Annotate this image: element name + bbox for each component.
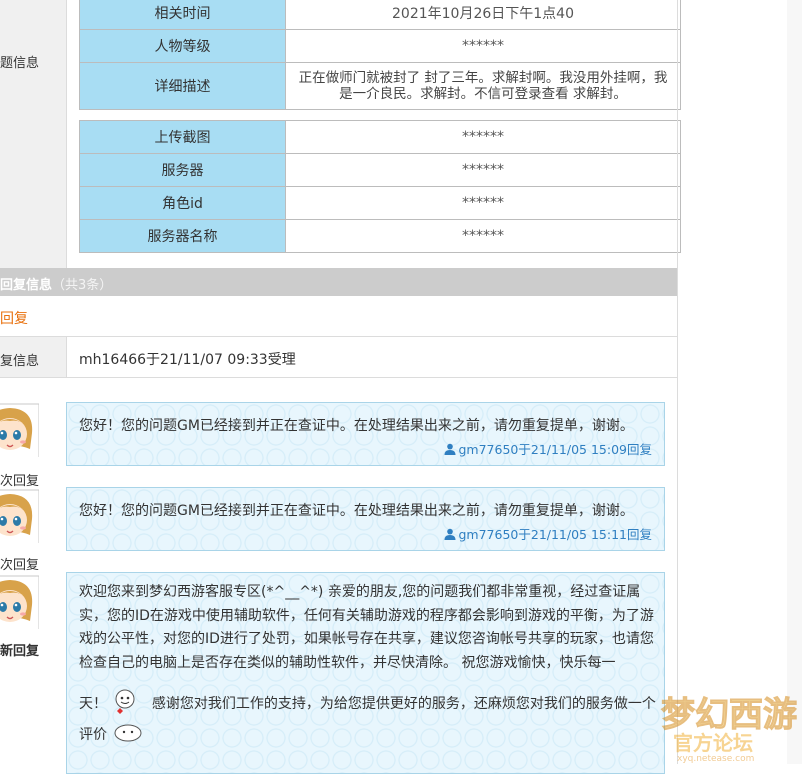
- problem-info-table: 相关时间 2021年10月26日下午1点40 人物等级 ****** 详细描述 …: [79, 0, 681, 253]
- table-row: 角色id ******: [79, 186, 681, 220]
- reply-text-line3: 评价: [79, 727, 107, 743]
- reply-order-label: 次回复: [0, 474, 40, 489]
- reply-order-label: 新回复: [0, 644, 40, 659]
- user-icon: [444, 528, 456, 540]
- reply-order-label: 次回复: [0, 558, 40, 573]
- svg-text:xyq.netease.com: xyq.netease.com: [677, 754, 754, 764]
- reply-section-header: 回复信息（共3条）: [0, 268, 677, 296]
- table-row: 详细描述 正在做师门就被封了 封了三年。求解封啊。我没用外挂啊，我是一介良民。求…: [79, 62, 681, 110]
- reply-meta[interactable]: gm77650于21/11/05 15:11回复: [444, 524, 652, 543]
- table-row: 服务器名称 ******: [79, 219, 681, 253]
- svg-text:梦幻西游: 梦幻西游: [661, 695, 797, 735]
- field-label: 服务器: [79, 153, 286, 187]
- svg-text:官方论坛: 官方论坛: [673, 731, 753, 755]
- field-label: 服务器名称: [79, 219, 286, 253]
- field-label: 上传截图: [79, 120, 286, 154]
- reply-text-line2-end: 感谢您对我们工作的支持，为给您提供更好的服务，还麻烦您对我们的服务做一个: [151, 696, 656, 712]
- left-label-column: 题信息: [0, 0, 67, 268]
- description-value: 正在做师门就被封了 封了三年。求解封啊。我没用外挂啊，我是一介良民。求解封。不信…: [285, 62, 681, 110]
- table-row: 服务器 ******: [79, 153, 681, 187]
- field-value: ******: [285, 219, 681, 253]
- field-value: ******: [285, 153, 681, 187]
- table-spacer: [79, 109, 681, 121]
- field-value: 2021年10月26日下午1点40: [285, 0, 681, 30]
- avatar: [0, 489, 39, 543]
- reply-section-title: 回复信息: [0, 278, 53, 293]
- reply-text: 欢迎您来到梦幻西游客服专区(*^__^*) 亲爱的朋友,您的问题我们都非常重视，…: [79, 584, 654, 671]
- reply-message: 您好！您的问题GM已经接到并正在查证中。在处理结果出来之前，请勿重复提单，谢谢。…: [66, 487, 665, 551]
- problem-info-label: 题信息: [0, 56, 40, 71]
- field-label: 详细描述: [79, 62, 286, 110]
- accept-info-row: 复信息 mh16466于21/11/07 09:33受理: [0, 337, 677, 377]
- user-icon: [444, 443, 456, 455]
- field-value: ******: [285, 186, 681, 220]
- reply-text-line2-start: 天！: [79, 696, 107, 712]
- field-label: 人物等级: [79, 29, 286, 63]
- smiley-emoticon-icon: [111, 689, 147, 719]
- reply-message: 您好！您的问题GM已经接到并正在查证中。在处理结果出来之前，请勿重复提单，谢谢。…: [66, 402, 665, 466]
- rating-emoticon-icon: [111, 723, 145, 747]
- accept-info-value: mh16466于21/11/07 09:33受理: [79, 352, 296, 368]
- reply-meta[interactable]: gm77650于21/11/05 15:09回复: [444, 439, 652, 458]
- reply-text: 您好！您的问题GM已经接到并正在查证中。在处理结果出来之前，请勿重复提单，谢谢。: [79, 503, 634, 519]
- avatar: [0, 575, 39, 629]
- divider: [0, 377, 677, 378]
- content-right-border: [677, 0, 678, 764]
- reply-link[interactable]: 回复: [0, 308, 28, 328]
- field-value: ******: [285, 29, 681, 63]
- avatar: [0, 403, 39, 457]
- reply-text: 您好！您的问题GM已经接到并正在查证中。在处理结果出来之前，请勿重复提单，谢谢。: [79, 418, 634, 434]
- reply-count: （共3条）: [52, 278, 113, 293]
- scrollbar[interactable]: [787, 0, 802, 764]
- table-row: 上传截图 ******: [79, 120, 681, 154]
- field-label: 相关时间: [79, 0, 286, 30]
- accept-info-label: 复信息: [0, 354, 40, 369]
- field-value: ******: [285, 120, 681, 154]
- table-row: 人物等级 ******: [79, 29, 681, 63]
- field-label: 角色id: [79, 186, 286, 220]
- table-row: 相关时间 2021年10月26日下午1点40: [79, 0, 681, 30]
- brand-watermark-logo: 梦幻西游 官方论坛 xyq.netease.com: [655, 678, 801, 765]
- reply-message: 欢迎您来到梦幻西游客服专区(*^__^*) 亲爱的朋友,您的问题我们都非常重视，…: [66, 572, 665, 774]
